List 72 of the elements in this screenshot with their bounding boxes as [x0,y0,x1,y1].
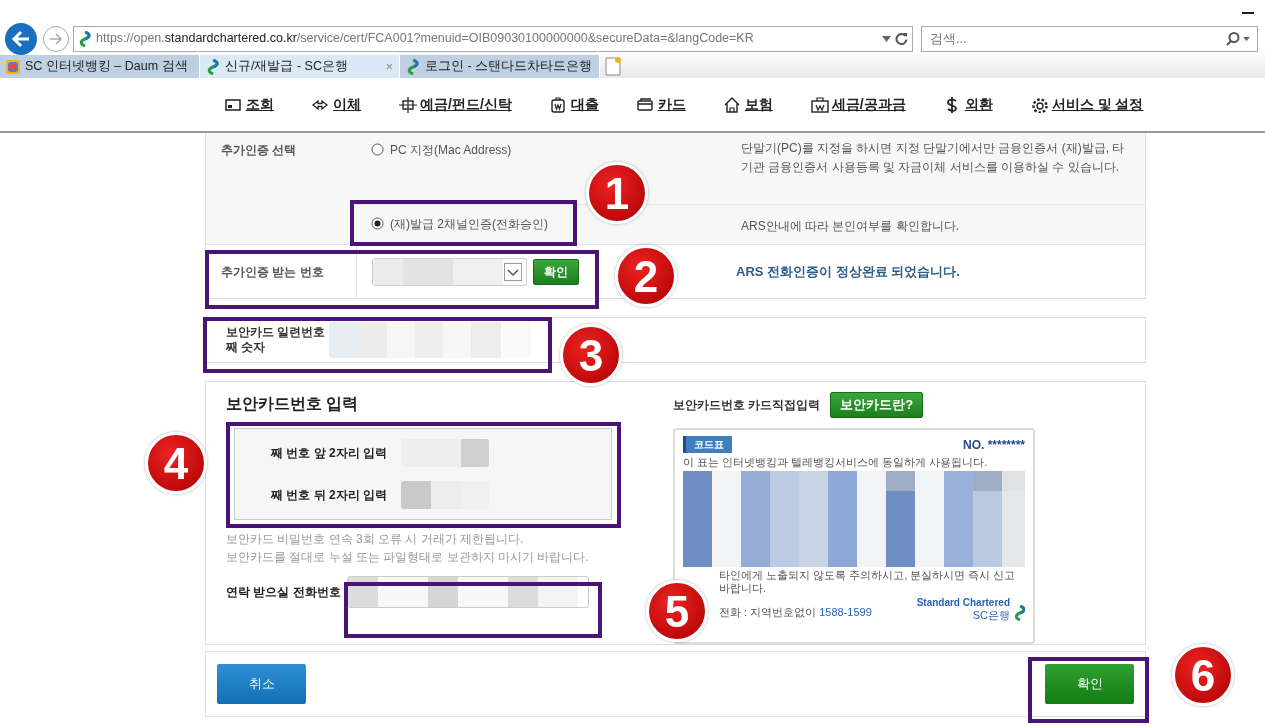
site-logo-icon [6,59,20,74]
back-arrow-icon [11,28,31,49]
annotation-number: 6 [1172,644,1234,706]
briefcase-icon [810,96,829,113]
status-message: ARS 전화인증이 정상완료 되었습니다. [736,262,960,281]
url-text: https://open.standardchartered.co.kr/service/cert/FCA001?menuid=OIB09030100000000&secureData=&langCode=KR [96,30,755,48]
option-description: 단말기(PC)를 지정을 하시면 지정 단말기에서만 금융인증서 (재)발급, 타기관 금융인증서 사용등록 및 자금이체 서비스를 이용하실 수 있습니다. [741,141,1125,174]
ok-button[interactable]: 확인 [1045,663,1134,704]
card-icon [636,96,655,113]
refresh-icon[interactable] [895,32,908,45]
input-label: 째 번호 앞 2자리 입력 [271,445,388,462]
nav-menu-item[interactable]: 세금/공과금 [810,94,926,115]
option-label: (재)발급 2채널인증(전화승인) [390,216,548,233]
search-box[interactable]: 검색... [921,25,1258,52]
address-bar[interactable]: https://open.standardchartered.co.kr/service/cert/FCA001?menuid=OIB09030100000000&secureData=&langCode=KR [73,25,913,52]
annotation-number: 5 [646,580,708,642]
field-label: 추가인증 받는 번호 [221,263,324,281]
bag-icon [549,96,568,113]
browser-tab[interactable]: 신규/재발급 - SC은행 × [200,55,400,78]
nav-menu-item[interactable]: 예금/펀드/신탁 [399,94,532,115]
card-phone-number: 1588-1599 [819,605,872,620]
tab-title: 신규/재발급 - SC은행 [225,58,348,76]
field-label: 연락 받으실 전화번호 [226,584,341,601]
dropdown-icon[interactable] [882,35,891,42]
card-footer-text: 타인에게 노출되지 않도록 주의하시고, 분실하시면 즉시 신고 바랍니다. [719,568,1016,594]
nav-menu-item[interactable]: 이체 [312,94,381,115]
option-label: PC 지정(Mac Address) [390,142,512,159]
nav-menu-item[interactable]: 보험 [723,94,793,115]
field-label: 보안카드 일련번호 [226,325,326,340]
monitor-icon [225,96,243,113]
brand-text: Standard Chartered [916,596,1010,609]
radio-button[interactable] [371,217,384,230]
help-button[interactable]: 보안카드란? [830,392,924,418]
search-icon[interactable] [1225,31,1251,46]
tab-title: 로그인 - 스탠다드차타드은행 [425,58,593,76]
nav-menu-item[interactable]: 대출 [549,94,619,115]
forward-arrow-icon [49,31,63,46]
card-number: NO. ******** [962,436,1025,454]
nav-menu-item[interactable]: 조회 [225,94,294,115]
radio-button[interactable] [371,143,384,156]
nav-menu-item[interactable]: 카드 [636,94,706,115]
settings-icon [1030,96,1049,113]
browser-tab[interactable]: 로그인 - 스탠다드차타드은행 [400,55,600,78]
field-label: 보안카드번호 카드직접입력 [673,396,821,414]
digit-field[interactable] [401,481,489,509]
annotation-number: 4 [145,432,207,494]
brand-logo-icon [1013,604,1025,621]
option-description: ARS안내에 따라 본인여부를 확인합니다. [741,219,959,233]
cancel-button[interactable]: 취소 [217,663,306,704]
digit-field[interactable] [401,439,489,467]
card-badge: 코드표 [683,436,732,453]
notice-text: 보안카드를 절대로 누설 또는 파일형태로 보관하지 마시기 바랍니다. [226,549,590,566]
field-label: 째 숫자 [226,340,267,355]
house-icon [723,96,742,113]
brand-text: SC은행 [971,608,1010,621]
tab-title: SC 인터넷뱅킹 – Daum 검색 [25,58,188,76]
move-icon [399,96,417,113]
section-label: 추가인증 선택 [221,143,297,157]
nav-menu-item[interactable]: 서비스 및 설정 [1030,94,1164,115]
browser-tab[interactable]: SC 인터넷뱅킹 – Daum 검색 [0,55,200,78]
input-label: 째 번호 뒤 2자리 입력 [271,487,388,504]
annotation-number: 3 [560,324,622,386]
confirm-button[interactable]: 확인 [533,258,579,285]
site-logo-icon [406,58,420,75]
card-header-text: 이 표는 인터넷뱅킹과 텔레뱅킹서비스에 동일하게 사용됩니다. [683,455,989,469]
dropdown-icon[interactable] [504,262,522,281]
nav-menu-item[interactable]: 외환 [943,94,1013,115]
site-logo-icon [206,58,220,75]
notice-text: 보안카드 비밀번호 연속 3회 오류 시 거래가 제한됩니다. [226,531,525,548]
section-title: 보안카드번호 입력 [226,394,360,414]
card-footer-text: 전화 : 지역번호없이 [719,605,817,620]
site-logo-icon [78,30,92,47]
